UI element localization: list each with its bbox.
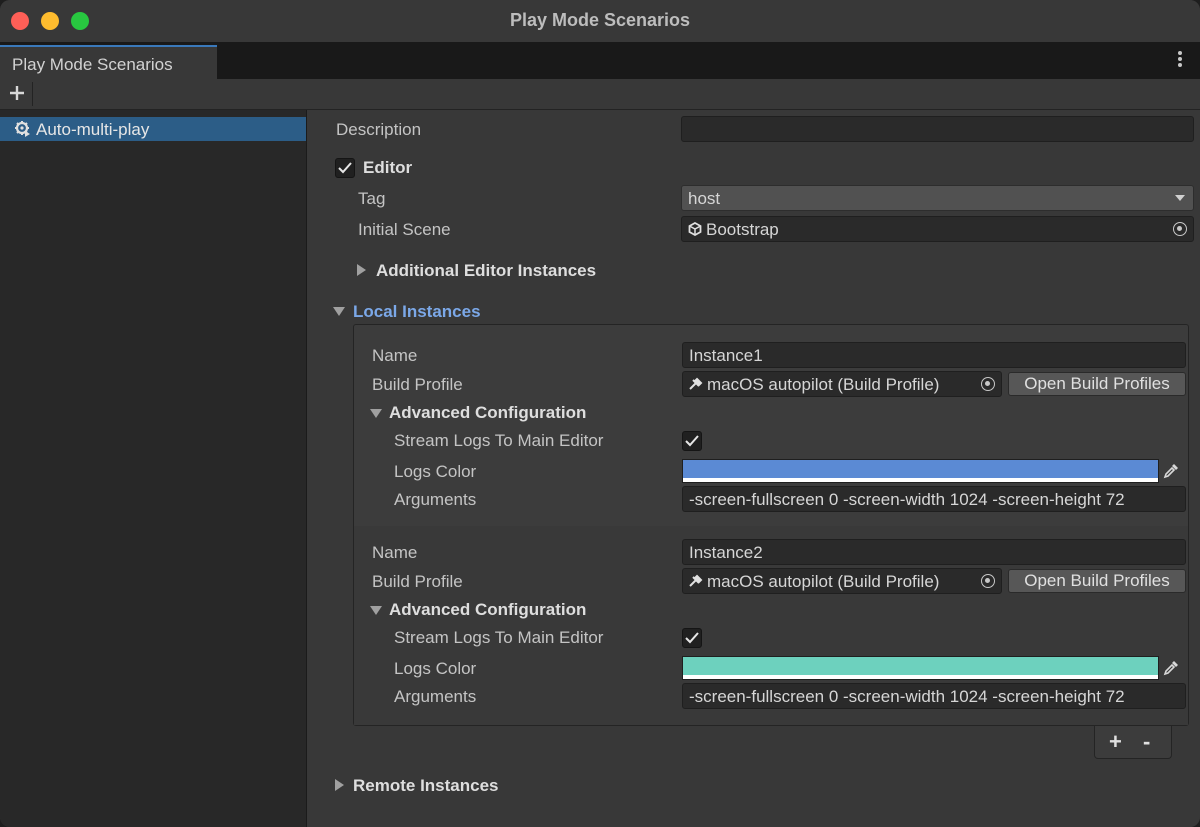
editor-label: Editor (363, 158, 413, 177)
inspector-panel: Description Editor Tag host Initial Scen… (307, 110, 1200, 827)
initial-scene-label: Initial Scene (358, 220, 451, 239)
advanced-configuration-foldout[interactable]: Advanced Configuration (389, 403, 586, 423)
description-field[interactable] (681, 116, 1194, 142)
chevron-down-icon (1175, 195, 1185, 201)
initial-scene-field[interactable]: Bootstrap (681, 216, 1194, 242)
instance-name-field[interactable]: Instance1 (682, 342, 1186, 368)
title-bar: Play Mode Scenarios (0, 0, 1200, 43)
arguments-field[interactable]: -screen-fullscreen 0 -screen-width 1024 … (682, 683, 1186, 709)
open-build-profiles-button[interactable]: Open Build Profiles (1008, 372, 1186, 396)
checkmark-icon (338, 162, 352, 174)
local-instances-foldout[interactable]: Local Instances (353, 302, 481, 322)
expand-arrow-icon[interactable] (335, 779, 344, 791)
sidebar-item-label: Auto-multi-play (36, 120, 150, 139)
collapse-arrow-icon[interactable] (333, 307, 345, 316)
description-label: Description (336, 120, 422, 139)
eyedropper-icon[interactable] (1163, 660, 1179, 676)
instance-name-field[interactable]: Instance2 (682, 539, 1186, 565)
app-window: Play Mode Scenarios Play Mode Scenarios … (0, 0, 1200, 827)
arguments-label: Arguments (394, 687, 477, 706)
tab-label: Play Mode Scenarios (12, 55, 173, 74)
logs-color-label: Logs Color (394, 462, 477, 481)
arguments-label: Arguments (394, 490, 477, 509)
editor-checkbox[interactable] (335, 158, 355, 178)
window-title: Play Mode Scenarios (509, 10, 691, 30)
build-profile-label: Build Profile (372, 572, 463, 591)
more-options-icon[interactable] (1178, 51, 1182, 69)
instance-name-label: Name (372, 346, 418, 365)
tag-label: Tag (358, 189, 386, 208)
logs-color-field[interactable] (682, 459, 1159, 483)
stream-logs-checkbox[interactable] (682, 431, 702, 451)
object-picker-icon[interactable] (981, 377, 995, 391)
logs-color-label: Logs Color (394, 659, 477, 678)
build-profile-label: Build Profile (372, 375, 463, 394)
expand-arrow-icon[interactable] (357, 264, 366, 276)
plus-icon (10, 86, 24, 100)
sidebar-item-auto-multi-play[interactable]: Auto-multi-play (0, 117, 306, 141)
add-instance-button[interactable]: + (1109, 729, 1122, 755)
eyedropper-icon[interactable] (1163, 463, 1179, 479)
checkmark-icon (685, 435, 699, 447)
stream-logs-checkbox[interactable] (682, 628, 702, 648)
open-build-profiles-button[interactable]: Open Build Profiles (1008, 569, 1186, 593)
unity-scene-icon (688, 222, 702, 236)
local-instances-list: Name Instance1 Build Profile macOS autop… (353, 324, 1189, 726)
list-add-remove-controls: + - (1094, 726, 1172, 759)
build-tools-icon (689, 377, 703, 390)
build-profile-field[interactable]: macOS autopilot (Build Profile) (682, 568, 1002, 594)
scenario-list: Auto-multi-play (0, 110, 307, 827)
instance-name-label: Name (372, 543, 418, 562)
collapse-arrow-icon[interactable] (370, 606, 382, 615)
remove-instance-button[interactable]: - (1143, 729, 1150, 755)
object-picker-icon[interactable] (1173, 222, 1187, 236)
build-tools-icon (689, 574, 703, 587)
collapse-arrow-icon[interactable] (370, 409, 382, 418)
stream-logs-label: Stream Logs To Main Editor (394, 431, 604, 450)
arguments-field[interactable]: -screen-fullscreen 0 -screen-width 1024 … (682, 486, 1186, 512)
object-picker-icon[interactable] (981, 574, 995, 588)
advanced-configuration-foldout[interactable]: Advanced Configuration (389, 600, 586, 620)
tab-play-mode-scenarios[interactable]: Play Mode Scenarios (0, 45, 217, 79)
toolbar (0, 79, 1200, 110)
add-scenario-button[interactable] (4, 82, 33, 106)
scenario-gear-icon (15, 121, 30, 137)
additional-editor-instances-foldout[interactable]: Additional Editor Instances (376, 261, 596, 281)
tag-dropdown[interactable]: host (681, 185, 1194, 211)
stream-logs-label: Stream Logs To Main Editor (394, 628, 604, 647)
logs-color-field[interactable] (682, 656, 1159, 680)
remote-instances-foldout[interactable]: Remote Instances (353, 776, 499, 796)
build-profile-field[interactable]: macOS autopilot (Build Profile) (682, 371, 1002, 397)
tab-bar: Play Mode Scenarios (0, 42, 1200, 79)
checkmark-icon (685, 632, 699, 644)
